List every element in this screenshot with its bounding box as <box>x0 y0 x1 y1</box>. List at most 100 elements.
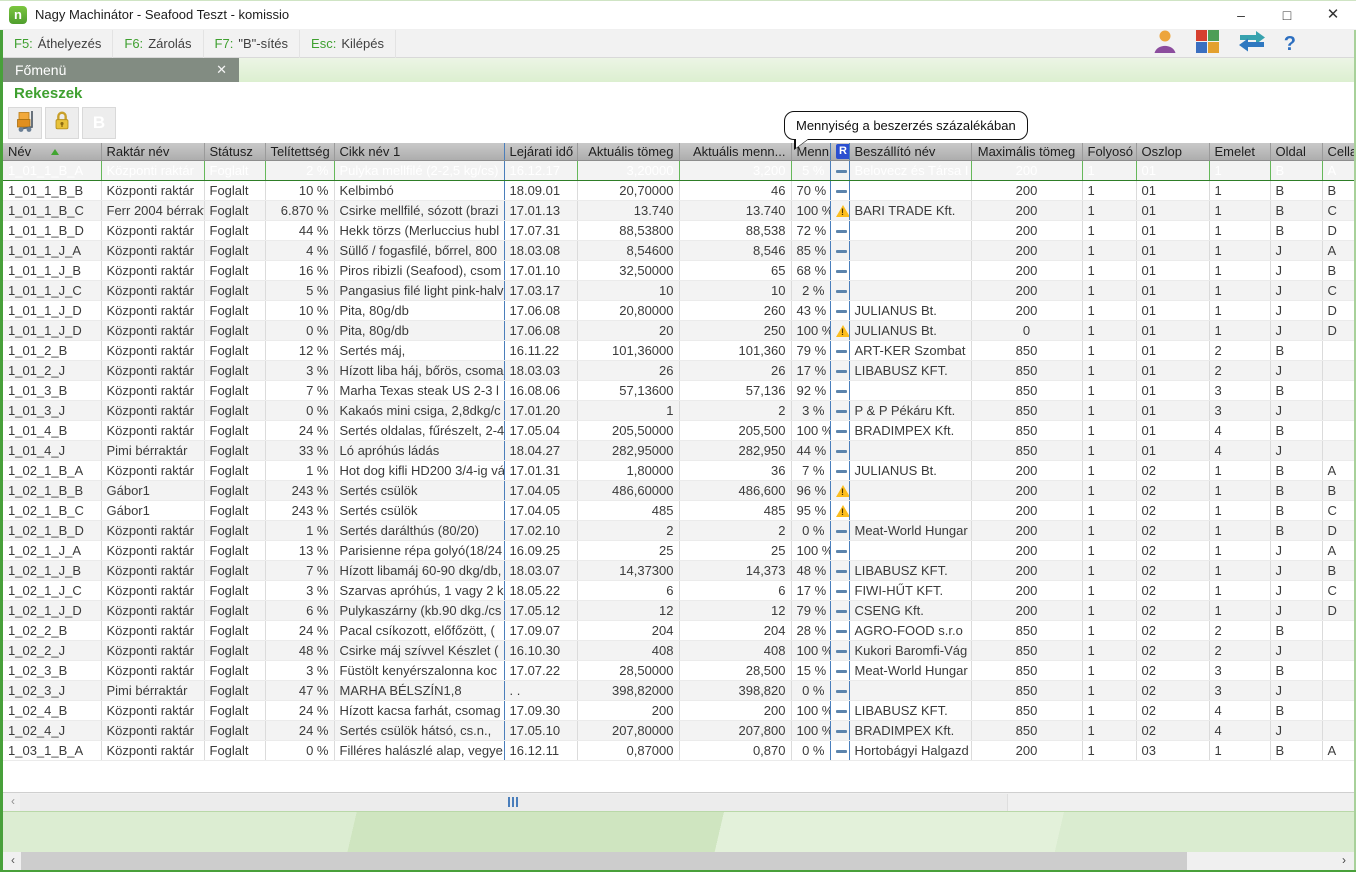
scroll-left-icon[interactable]: ‹ <box>5 852 21 870</box>
column-header[interactable]: Beszállító név <box>849 143 971 160</box>
table-row[interactable]: 1_01_4_JPimi bérraktárFoglalt33 %Ló apró… <box>3 440 1354 460</box>
table-row[interactable]: 1_01_2_JKözponti raktárFoglalt3 %Hízott … <box>3 360 1354 380</box>
scroll-left-icon[interactable]: ‹ <box>5 793 21 811</box>
table-row[interactable]: 1_02_1_B_CGábor1Foglalt243 %Sertés csülö… <box>3 500 1354 520</box>
minimize-button[interactable]: – <box>1218 0 1264 30</box>
column-header[interactable]: Aktuális tömeg <box>577 143 679 160</box>
table-row[interactable]: 1_02_1_J_DKözponti raktárFoglalt6 %Pulyk… <box>3 600 1354 620</box>
cell: 4 <box>1209 440 1270 460</box>
scroll-right-icon[interactable]: › <box>1336 852 1352 870</box>
close-button[interactable]: ✕ <box>1310 0 1356 30</box>
help-icon[interactable]: ? <box>1284 32 1296 56</box>
table-row[interactable]: 1_01_1_B_CFerr 2004 bérraktFoglalt6.870 … <box>3 200 1354 220</box>
cell: B <box>1270 180 1322 200</box>
apps-grid-icon[interactable] <box>1195 29 1220 59</box>
splitter-grip[interactable] <box>508 797 518 807</box>
table-row[interactable]: 1_02_3_BKözponti raktárFoglalt3 %Füstölt… <box>3 660 1354 680</box>
table-row[interactable]: 1_01_1_J_CKözponti raktárFoglalt5 %Panga… <box>3 280 1354 300</box>
cell: 200 <box>971 540 1082 560</box>
column-header[interactable]: Aktuális menn... <box>679 143 791 160</box>
column-header[interactable]: Oszlop <box>1136 143 1209 160</box>
maximize-button[interactable]: □ <box>1264 0 1310 30</box>
fn-item-f5[interactable]: F5: Áthelyezés <box>3 30 113 58</box>
cell: Központi raktár <box>101 180 204 200</box>
table-row[interactable]: 1_01_1_J_BKözponti raktárFoglalt16 %Piro… <box>3 260 1354 280</box>
fn-label: Áthelyezés <box>38 30 102 58</box>
table-row[interactable]: 1_01_1_J_DKözponti raktárFoglalt0 %Pita,… <box>3 320 1354 340</box>
column-header[interactable]: R <box>830 143 849 160</box>
cell: 1 <box>1082 620 1136 640</box>
tab-fomenu[interactable]: Főmenü ✕ <box>3 58 239 82</box>
table-row[interactable]: 1_01_1_J_DKözponti raktárFoglalt10 %Pita… <box>3 300 1354 320</box>
cell: 1 <box>1082 300 1136 320</box>
fn-item-esc[interactable]: Esc: Kilépés <box>300 30 396 58</box>
column-header[interactable]: Cikk név 1 <box>334 143 504 160</box>
table-row[interactable]: 1_02_1_J_AKözponti raktárFoglalt13 %Pari… <box>3 540 1354 560</box>
table-row[interactable]: 1_02_4_JKözponti raktárFoglalt24 %Sertés… <box>3 720 1354 740</box>
cell <box>830 660 849 680</box>
column-header[interactable]: Folyosó <box>1082 143 1136 160</box>
column-header[interactable]: Név <box>3 143 101 160</box>
window-horizontal-scrollbar[interactable]: ‹ › <box>3 852 1354 870</box>
app-window: n Nagy Machinátor - Seafood Teszt - komi… <box>0 0 1356 872</box>
table-row[interactable]: 1_01_3_BKözponti raktárFoglalt7 %Marha T… <box>3 380 1354 400</box>
cell: Hízott libamáj 60-90 dkg/db, <box>334 560 504 580</box>
scrollbar-thumb[interactable] <box>21 852 1187 870</box>
column-header[interactable]: Cella <box>1322 143 1354 160</box>
table-row[interactable]: 1_02_1_B_DKözponti raktárFoglalt1 %Serté… <box>3 520 1354 540</box>
cell: 8,54600 <box>577 240 679 260</box>
cell: 2 <box>1209 640 1270 660</box>
table-row[interactable]: 1_02_1_J_CKözponti raktárFoglalt3 %Szarv… <box>3 580 1354 600</box>
cell: 1 <box>1209 220 1270 240</box>
table-row[interactable]: 1_01_1_J_AKözponti raktárFoglalt4 %Süllő… <box>3 240 1354 260</box>
column-header[interactable]: Emelet <box>1209 143 1270 160</box>
table-row[interactable]: 1_01_1_B_BKözponti raktárFoglalt10 %Kelb… <box>3 180 1354 200</box>
cell: 17 % <box>791 580 830 600</box>
column-header[interactable]: Oldal <box>1270 143 1322 160</box>
cell: 1 <box>1209 600 1270 620</box>
tab-close-icon[interactable]: ✕ <box>216 62 227 78</box>
table-row[interactable]: 1_01_1_B_AKözponti raktárFoglalt2 %Pulyk… <box>3 160 1354 180</box>
table-row[interactable]: 1_02_1_J_BKözponti raktárFoglalt7 %Hízot… <box>3 560 1354 580</box>
table-row[interactable]: 1_02_4_BKözponti raktárFoglalt24 %Hízott… <box>3 700 1354 720</box>
column-header[interactable]: Státusz <box>204 143 265 160</box>
fn-item-f6[interactable]: F6: Zárolás <box>113 30 203 58</box>
table-row[interactable]: 1_02_3_JPimi bérraktárFoglalt47 %MARHA B… <box>3 680 1354 700</box>
cell: 02 <box>1136 520 1209 540</box>
table-row[interactable]: 1_01_3_JKözponti raktárFoglalt0 %Kakaós … <box>3 400 1354 420</box>
column-header-label: Aktuális menn... <box>693 144 786 159</box>
transfer-arrows-icon[interactable] <box>1237 28 1267 59</box>
move-button[interactable] <box>8 107 42 139</box>
column-header[interactable]: Raktár név <box>101 143 204 160</box>
table-row[interactable]: 1_01_2_BKözponti raktárFoglalt12 %Sertés… <box>3 340 1354 360</box>
cell: 01 <box>1136 200 1209 220</box>
column-header[interactable]: Lejárati idő <box>504 143 577 160</box>
cell: 01 <box>1136 400 1209 420</box>
table-row[interactable]: 1_01_1_B_DKözponti raktárFoglalt44 %Hekk… <box>3 220 1354 240</box>
lock-button[interactable] <box>45 107 79 139</box>
cell: 02 <box>1136 660 1209 680</box>
user-icon[interactable] <box>1152 29 1178 58</box>
cell: 17.01.13 <box>504 200 577 220</box>
table-row[interactable]: 1_01_4_BKözponti raktárFoglalt24 %Sertés… <box>3 420 1354 440</box>
cell <box>830 700 849 720</box>
cell: D <box>1322 220 1354 240</box>
column-header[interactable]: Maximális tömeg <box>971 143 1082 160</box>
table-row[interactable]: 1_02_2_JKözponti raktárFoglalt48 %Csirke… <box>3 640 1354 660</box>
inner-horizontal-scrollbar[interactable]: ‹ <box>3 792 1354 811</box>
cell: J <box>1270 580 1322 600</box>
dash-icon <box>836 190 847 193</box>
table-row[interactable]: 1_03_1_B_AKözponti raktárFoglalt0 %Fillé… <box>3 740 1354 760</box>
table-row[interactable]: 1_02_1_B_AKözponti raktárFoglalt1 %Hot d… <box>3 460 1354 480</box>
table-row[interactable]: 1_02_2_BKözponti raktárFoglalt24 %Pacal … <box>3 620 1354 640</box>
cell: B <box>1270 500 1322 520</box>
cell: 1 <box>1209 260 1270 280</box>
cell: 95 % <box>791 500 830 520</box>
cell: 4 <box>1209 720 1270 740</box>
cell: 44 % <box>265 220 334 240</box>
table-row[interactable]: 1_02_1_B_BGábor1Foglalt243 %Sertés csülö… <box>3 480 1354 500</box>
column-header[interactable]: Telítettség <box>265 143 334 160</box>
fn-item-f7[interactable]: F7: "B"-sítés <box>204 30 300 58</box>
b-sites-button[interactable]: B <box>82 107 116 139</box>
cell: C <box>1322 580 1354 600</box>
